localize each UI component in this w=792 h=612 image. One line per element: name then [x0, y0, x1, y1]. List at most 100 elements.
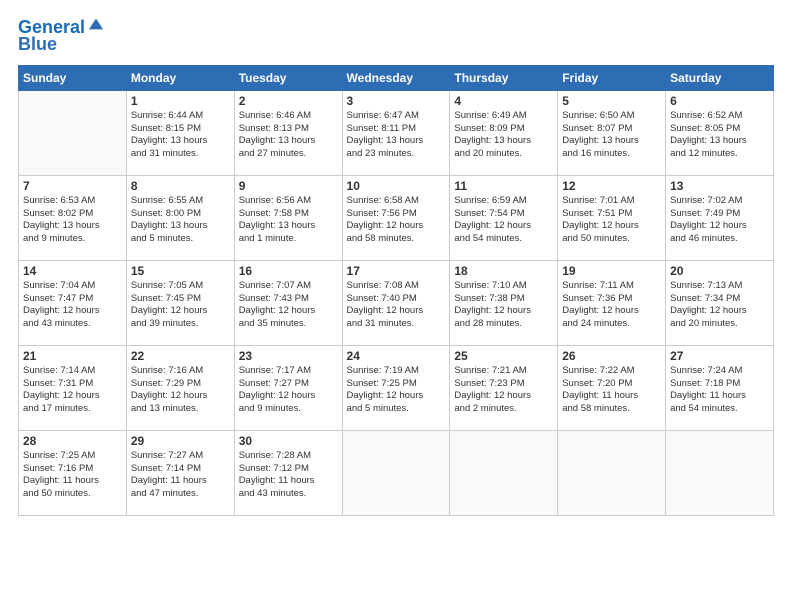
header: General Blue [18, 18, 774, 55]
day-info: Sunrise: 7:25 AMSunset: 7:16 PMDaylight:… [23, 450, 122, 501]
day-info: Sunrise: 7:22 AMSunset: 7:20 PMDaylight:… [562, 365, 661, 416]
calendar-cell [450, 430, 558, 515]
day-number: 28 [23, 434, 122, 448]
day-number: 26 [562, 349, 661, 363]
calendar-header-row: SundayMondayTuesdayWednesdayThursdayFrid… [19, 65, 774, 90]
calendar-cell: 21 Sunrise: 7:14 AMSunset: 7:31 PMDayligh… [19, 345, 127, 430]
day-info: Sunrise: 7:04 AMSunset: 7:47 PMDaylight:… [23, 280, 122, 331]
calendar-cell: 26 Sunrise: 7:22 AMSunset: 7:20 PMDayligh… [558, 345, 666, 430]
day-info: Sunrise: 7:11 AMSunset: 7:36 PMDaylight:… [562, 280, 661, 331]
calendar-cell: 16 Sunrise: 7:07 AMSunset: 7:43 PMDayligh… [234, 260, 342, 345]
day-number: 23 [239, 349, 338, 363]
weekday-header: Friday [558, 65, 666, 90]
day-number: 21 [23, 349, 122, 363]
day-info: Sunrise: 7:05 AMSunset: 7:45 PMDaylight:… [131, 280, 230, 331]
calendar-week-row: 1Sunrise: 6:44 AMSunset: 8:15 PMDaylight… [19, 90, 774, 175]
day-number: 25 [454, 349, 553, 363]
day-number: 7 [23, 179, 122, 193]
day-info: Sunrise: 7:01 AMSunset: 7:51 PMDaylight:… [562, 195, 661, 246]
calendar-cell: 7Sunrise: 6:53 AMSunset: 8:02 PMDaylight… [19, 175, 127, 260]
day-info: Sunrise: 6:58 AMSunset: 7:56 PMDaylight:… [347, 195, 446, 246]
weekday-header: Tuesday [234, 65, 342, 90]
calendar-cell: 5Sunrise: 6:50 AMSunset: 8:07 PMDaylight… [558, 90, 666, 175]
day-info: Sunrise: 7:02 AMSunset: 7:49 PMDaylight:… [670, 195, 769, 246]
day-number: 16 [239, 264, 338, 278]
calendar-cell: 24 Sunrise: 7:19 AMSunset: 7:25 PMDayligh… [342, 345, 450, 430]
day-info: Sunrise: 7:28 AMSunset: 7:12 PMDaylight:… [239, 450, 338, 501]
day-number: 13 [670, 179, 769, 193]
weekday-header: Monday [126, 65, 234, 90]
page: General Blue SundayMondayTuesdayWednesda… [0, 0, 792, 612]
day-number: 8 [131, 179, 230, 193]
day-info: Sunrise: 7:17 AMSunset: 7:27 PMDaylight:… [239, 365, 338, 416]
calendar-cell: 25 Sunrise: 7:21 AMSunset: 7:23 PMDayligh… [450, 345, 558, 430]
day-info: Sunrise: 6:44 AMSunset: 8:15 PMDaylight:… [131, 110, 230, 161]
day-info: Sunrise: 7:13 AMSunset: 7:34 PMDaylight:… [670, 280, 769, 331]
calendar-cell: 27Sunrise: 7:24 AMSunset: 7:18 PMDayligh… [666, 345, 774, 430]
calendar-cell: 2 Sunrise: 6:46 AMSunset: 8:13 PMDaylight… [234, 90, 342, 175]
calendar-cell: 4Sunrise: 6:49 AMSunset: 8:09 PMDaylight… [450, 90, 558, 175]
day-info: Sunrise: 6:47 AMSunset: 8:11 PMDaylight:… [347, 110, 446, 161]
calendar-cell: 13 Sunrise: 7:02 AMSunset: 7:49 PMDayligh… [666, 175, 774, 260]
calendar-cell: 17 Sunrise: 7:08 AMSunset: 7:40 PMDayligh… [342, 260, 450, 345]
calendar-cell: 22 Sunrise: 7:16 AMSunset: 7:29 PMDayligh… [126, 345, 234, 430]
day-info: Sunrise: 7:10 AMSunset: 7:38 PMDaylight:… [454, 280, 553, 331]
day-info: Sunrise: 7:07 AMSunset: 7:43 PMDaylight:… [239, 280, 338, 331]
calendar-cell: 23 Sunrise: 7:17 AMSunset: 7:27 PMDayligh… [234, 345, 342, 430]
calendar-cell: 8Sunrise: 6:55 AMSunset: 8:00 PMDaylight… [126, 175, 234, 260]
weekday-header: Saturday [666, 65, 774, 90]
day-number: 12 [562, 179, 661, 193]
calendar-cell: 28 Sunrise: 7:25 AMSunset: 7:16 PMDayligh… [19, 430, 127, 515]
calendar-cell [666, 430, 774, 515]
day-info: Sunrise: 7:08 AMSunset: 7:40 PMDaylight:… [347, 280, 446, 331]
day-info: Sunrise: 7:24 AMSunset: 7:18 PMDaylight:… [670, 365, 769, 416]
day-number: 22 [131, 349, 230, 363]
weekday-header: Wednesday [342, 65, 450, 90]
calendar-cell: 1Sunrise: 6:44 AMSunset: 8:15 PMDaylight… [126, 90, 234, 175]
day-number: 3 [347, 94, 446, 108]
calendar-cell: 11Sunrise: 6:59 AMSunset: 7:54 PMDayligh… [450, 175, 558, 260]
calendar-cell: 18 Sunrise: 7:10 AMSunset: 7:38 PMDayligh… [450, 260, 558, 345]
day-number: 19 [562, 264, 661, 278]
calendar-cell: 15 Sunrise: 7:05 AMSunset: 7:45 PMDayligh… [126, 260, 234, 345]
day-info: Sunrise: 7:14 AMSunset: 7:31 PMDaylight:… [23, 365, 122, 416]
calendar-cell: 12 Sunrise: 7:01 AMSunset: 7:51 PMDayligh… [558, 175, 666, 260]
day-info: Sunrise: 7:19 AMSunset: 7:25 PMDaylight:… [347, 365, 446, 416]
day-info: Sunrise: 6:59 AMSunset: 7:54 PMDaylight:… [454, 195, 553, 246]
day-info: Sunrise: 6:52 AMSunset: 8:05 PMDaylight:… [670, 110, 769, 161]
calendar-cell: 30 Sunrise: 7:28 AMSunset: 7:12 PMDayligh… [234, 430, 342, 515]
day-info: Sunrise: 6:46 AMSunset: 8:13 PMDaylight:… [239, 110, 338, 161]
day-number: 17 [347, 264, 446, 278]
calendar-cell: 3 Sunrise: 6:47 AMSunset: 8:11 PMDaylight… [342, 90, 450, 175]
day-number: 29 [131, 434, 230, 448]
calendar-cell [19, 90, 127, 175]
day-number: 18 [454, 264, 553, 278]
day-info: Sunrise: 7:21 AMSunset: 7:23 PMDaylight:… [454, 365, 553, 416]
calendar-week-row: 7Sunrise: 6:53 AMSunset: 8:02 PMDaylight… [19, 175, 774, 260]
day-number: 6 [670, 94, 769, 108]
calendar-cell [342, 430, 450, 515]
calendar-cell: 19 Sunrise: 7:11 AMSunset: 7:36 PMDayligh… [558, 260, 666, 345]
weekday-header: Thursday [450, 65, 558, 90]
day-number: 20 [670, 264, 769, 278]
day-info: Sunrise: 6:56 AMSunset: 7:58 PMDaylight:… [239, 195, 338, 246]
day-number: 5 [562, 94, 661, 108]
weekday-header: Sunday [19, 65, 127, 90]
day-info: Sunrise: 7:16 AMSunset: 7:29 PMDaylight:… [131, 365, 230, 416]
day-number: 4 [454, 94, 553, 108]
calendar-week-row: 28 Sunrise: 7:25 AMSunset: 7:16 PMDayligh… [19, 430, 774, 515]
calendar-week-row: 21 Sunrise: 7:14 AMSunset: 7:31 PMDayligh… [19, 345, 774, 430]
calendar-cell: 10Sunrise: 6:58 AMSunset: 7:56 PMDayligh… [342, 175, 450, 260]
calendar: SundayMondayTuesdayWednesdayThursdayFrid… [18, 65, 774, 516]
calendar-cell [558, 430, 666, 515]
logo-icon [87, 15, 105, 33]
calendar-cell: 6 Sunrise: 6:52 AMSunset: 8:05 PMDaylight… [666, 90, 774, 175]
day-number: 24 [347, 349, 446, 363]
day-number: 15 [131, 264, 230, 278]
calendar-cell: 29Sunrise: 7:27 AMSunset: 7:14 PMDayligh… [126, 430, 234, 515]
day-number: 2 [239, 94, 338, 108]
day-number: 14 [23, 264, 122, 278]
calendar-cell: 9 Sunrise: 6:56 AMSunset: 7:58 PMDaylight… [234, 175, 342, 260]
day-number: 30 [239, 434, 338, 448]
day-number: 9 [239, 179, 338, 193]
